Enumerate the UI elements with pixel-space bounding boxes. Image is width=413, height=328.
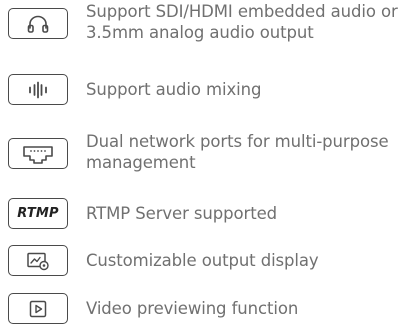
network-port-icon	[8, 138, 68, 169]
headphones-icon	[8, 8, 68, 39]
audio-waveform-icon	[8, 74, 68, 105]
feature-label: Customizable output display	[86, 251, 319, 270]
feature-label: Support audio mixing	[86, 80, 262, 99]
feature-list: Support SDI/HDMI embedded audio or 3.5mm…	[0, 0, 413, 328]
feature-label: Dual network ports for multi-purpose man…	[86, 132, 389, 172]
feature-label: Support SDI/HDMI embedded audio or 3.5mm…	[86, 2, 398, 42]
display-settings-icon	[8, 245, 68, 276]
play-button-icon	[8, 293, 68, 324]
feature-label: Video previewing function	[86, 299, 299, 318]
feature-label: RTMP Server supported	[86, 204, 278, 223]
rtmp-badge-text: RTMP	[17, 206, 59, 221]
rtmp-icon: RTMP	[8, 198, 68, 229]
